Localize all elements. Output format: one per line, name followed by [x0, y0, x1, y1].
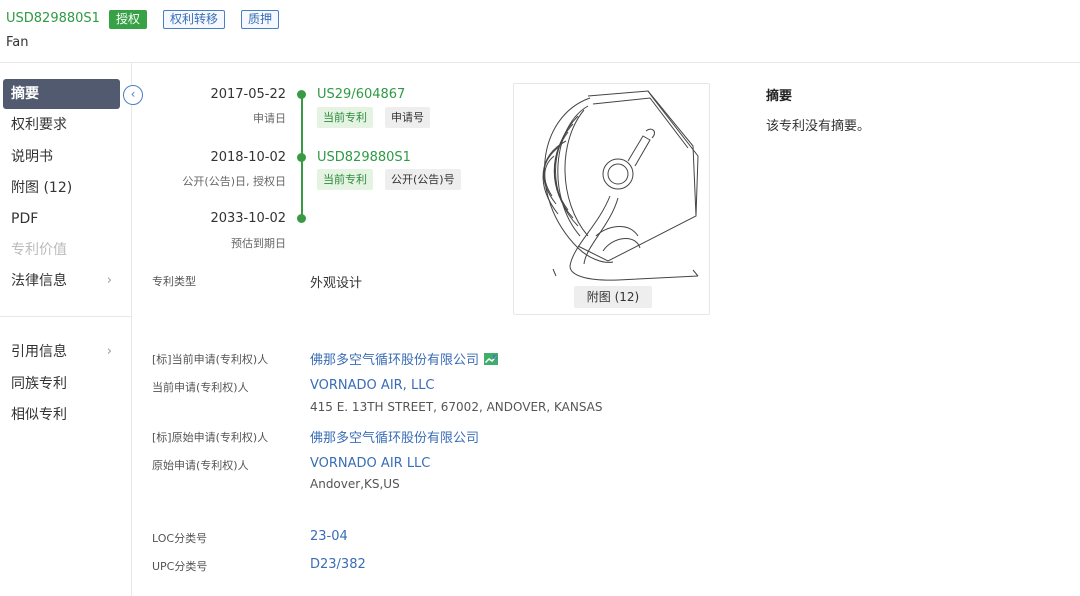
sidebar-item-legal-info[interactable]: 法律信息 › [3, 266, 120, 296]
upc-class-label: UPC分类号 [152, 560, 208, 573]
application-number-chip: 申请号 [385, 107, 430, 128]
sidebar-item-abstract[interactable]: 摘要 [3, 79, 120, 109]
drawing-thumbnail-card[interactable]: 附图 (12) [513, 83, 710, 315]
std-current-applicant-row: 佛那多空气循环股份有限公司 [310, 349, 499, 368]
sidebar-item-label: 引用信息 [11, 344, 67, 360]
sidebar-item-family[interactable]: 同族专利 [3, 369, 120, 399]
right-transfer-tag[interactable]: 权利转移 [163, 10, 226, 29]
timeline-dot [297, 90, 306, 99]
sidebar-item-citations[interactable]: 引用信息 › [3, 337, 120, 367]
timeline-dot [297, 214, 306, 223]
application-date: 2017-05-22 [210, 87, 286, 102]
publication-number-chip: 公开(公告)号 [385, 169, 461, 190]
sidebar-item-label: 附图 (12) [11, 180, 73, 196]
sidebar-item-similar[interactable]: 相似专利 [3, 400, 120, 430]
sidebar-divider [0, 316, 131, 317]
pledge-tag[interactable]: 质押 [241, 10, 280, 29]
patent-type-value: 外观设计 [310, 276, 363, 291]
patent-type-label: 专利类型 [152, 275, 196, 288]
grant-tag[interactable]: 授权 [109, 10, 148, 29]
sidebar-item-drawings[interactable]: 附图 (12) [3, 173, 120, 203]
expiry-date: 2033-10-02 [210, 211, 286, 226]
sidebar-item-pdf[interactable]: PDF [3, 204, 120, 234]
original-applicant-link[interactable]: VORNADO AIR LLC [310, 456, 430, 471]
std-current-applicant-label: [标]当前申请(专利权)人 [152, 353, 269, 366]
sidebar-item-label: 说明书 [11, 149, 53, 165]
original-applicant-address: Andover,KS,US [310, 477, 400, 491]
sidebar-item-label: 摘要 [11, 86, 39, 102]
chevron-left-icon: ‹ [130, 87, 136, 101]
publication-number[interactable]: USD829880S1 [317, 150, 411, 165]
sidebar-nav: 摘要 权利要求 说明书 附图 (12) PDF 专利价值 法律信息 › 引用信息 ›… [0, 63, 132, 596]
sidebar-item-description[interactable]: 说明书 [3, 142, 120, 172]
current-patent-chip: 当前专利 [317, 107, 373, 128]
timeline-dot [297, 153, 306, 162]
chevron-right-icon: › [106, 273, 112, 288]
sidebar-item-claims[interactable]: 权利要求 [3, 110, 120, 140]
current-applicant-link[interactable]: VORNADO AIR, LLC [310, 378, 435, 393]
original-applicant-label: 原始申请(专利权)人 [152, 459, 249, 472]
std-original-applicant-link[interactable]: 佛那多空气循环股份有限公司 [310, 427, 479, 446]
publication-date-label: 公开(公告)日, 授权日 [182, 175, 286, 188]
current-patent-chip: 当前专利 [317, 169, 373, 190]
publication-date: 2018-10-02 [210, 150, 286, 165]
sidebar-item-label: 相似专利 [11, 407, 67, 423]
patent-title: Fan [6, 35, 29, 50]
current-applicant-label: 当前申请(专利权)人 [152, 381, 249, 394]
sidebar-item-patent-value: 专利价值 [3, 235, 120, 265]
chart-icon[interactable] [484, 353, 499, 365]
application-date-label: 申请日 [253, 112, 286, 125]
application-number[interactable]: US29/604867 [317, 87, 405, 102]
sidebar-item-label: PDF [11, 211, 39, 227]
current-applicant-address: 415 E. 13TH STREET, 67002, ANDOVER, KANS… [310, 400, 603, 414]
std-original-applicant-label: [标]原始申请(专利权)人 [152, 431, 269, 444]
patent-number[interactable]: USD829880S1 [6, 11, 100, 26]
sidebar-item-label: 专利价值 [11, 242, 67, 258]
chevron-right-icon: › [106, 344, 112, 359]
loc-class-link[interactable]: 23-04 [310, 529, 348, 544]
upc-class-link[interactable]: D23/382 [310, 557, 366, 572]
expiry-date-label: 预估到期日 [231, 237, 286, 250]
sidebar-item-label: 权利要求 [11, 117, 67, 133]
fan-drawing-image [542, 90, 699, 281]
loc-class-label: LOC分类号 [152, 532, 208, 545]
std-current-applicant-link[interactable]: 佛那多空气循环股份有限公司 [310, 353, 479, 368]
patent-header: USD829880S1 授权 权利转移 质押 Fan [0, 0, 1080, 63]
collapse-sidebar-button[interactable]: ‹ [123, 85, 143, 105]
abstract-heading: 摘要 [766, 89, 793, 104]
drawings-count-button[interactable]: 附图 (12) [574, 286, 652, 308]
sidebar-item-label: 法律信息 [11, 273, 67, 289]
abstract-text: 该专利没有摘要。 [766, 119, 871, 134]
sidebar-item-label: 同族专利 [11, 376, 67, 392]
